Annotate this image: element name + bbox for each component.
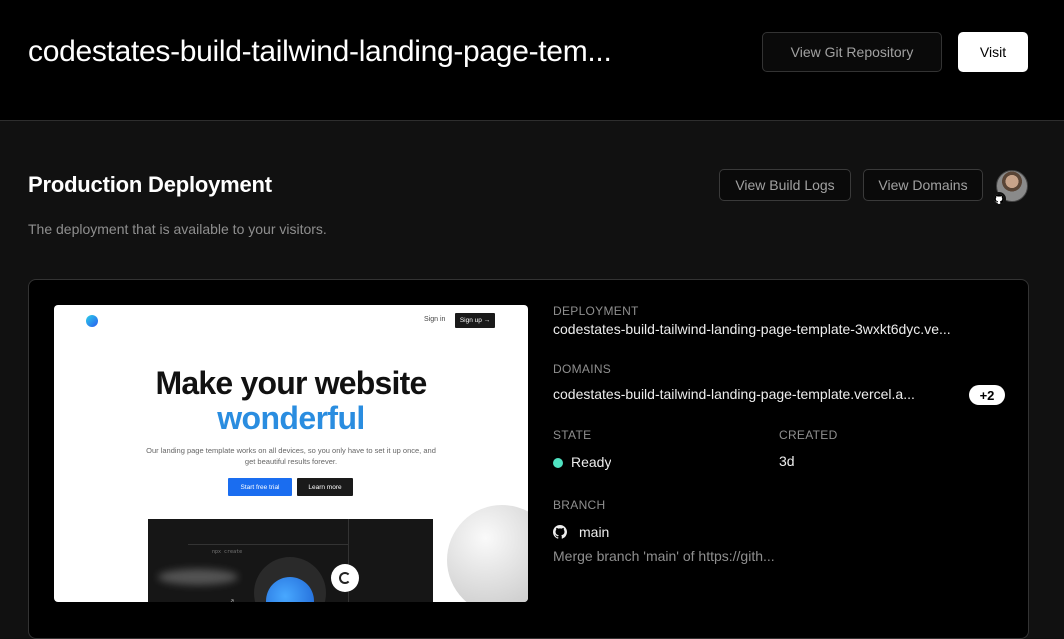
- branch-link[interactable]: main: [579, 524, 609, 540]
- commit-message[interactable]: Merge branch 'main' of https://gith...: [553, 548, 813, 564]
- preview-signup-button: Sign up →: [455, 313, 495, 328]
- preview-signin-link: Sign in: [424, 316, 446, 323]
- github-badge-icon: [992, 192, 1006, 206]
- preview-dark-panel: npx create ↗: [148, 519, 433, 602]
- state-label: STATE: [553, 428, 592, 442]
- deployment-info: DEPLOYMENT codestates-build-tailwind-lan…: [553, 280, 1013, 638]
- preview-headline: Make your website: [155, 365, 428, 401]
- created-value: 3d: [779, 453, 795, 469]
- preview-arrow-icon: ↗: [228, 597, 235, 602]
- view-git-repository-button[interactable]: View Git Repository: [762, 32, 942, 72]
- github-icon: [553, 525, 567, 539]
- preview-sphere: [447, 505, 528, 602]
- domain-link[interactable]: codestates-build-tailwind-landing-page-t…: [553, 386, 958, 402]
- section-subtitle: The deployment that is available to your…: [28, 221, 327, 237]
- preview-headline-accent: wonderful: [217, 400, 365, 436]
- preview-logo-icon: [86, 315, 98, 327]
- deployment-preview[interactable]: Sign in Sign up → Make your website wond…: [54, 305, 528, 602]
- preview-divider: [188, 544, 348, 545]
- view-domains-button[interactable]: View Domains: [863, 169, 983, 201]
- preview-learn-more-button: Learn more: [297, 478, 353, 496]
- section-title: Production Deployment: [28, 172, 272, 197]
- visit-button[interactable]: Visit: [958, 32, 1028, 72]
- deployment-label: DEPLOYMENT: [553, 304, 639, 318]
- deployment-card: Sign in Sign up → Make your website wond…: [28, 279, 1029, 639]
- preview-start-trial-button: Start free trial: [228, 478, 292, 496]
- preview-refresh-icon: [331, 564, 359, 592]
- preview-paragraph: Our landing page template works on all d…: [146, 446, 436, 466]
- deployment-url-link[interactable]: codestates-build-tailwind-landing-page-t…: [553, 321, 1003, 337]
- state-value: Ready: [571, 454, 612, 470]
- project-title: codestates-build-tailwind-landing-page-t…: [28, 35, 612, 68]
- view-build-logs-button[interactable]: View Build Logs: [719, 169, 851, 201]
- domains-label: DOMAINS: [553, 362, 612, 376]
- preview-glow: [158, 569, 238, 585]
- branch-label: BRANCH: [553, 498, 606, 512]
- created-label: CREATED: [779, 428, 838, 442]
- extra-domains-badge[interactable]: +2: [969, 385, 1005, 405]
- state-ready-dot: [553, 458, 563, 468]
- preview-code-label: npx create: [212, 549, 243, 555]
- top-header: codestates-build-tailwind-landing-page-t…: [0, 0, 1064, 121]
